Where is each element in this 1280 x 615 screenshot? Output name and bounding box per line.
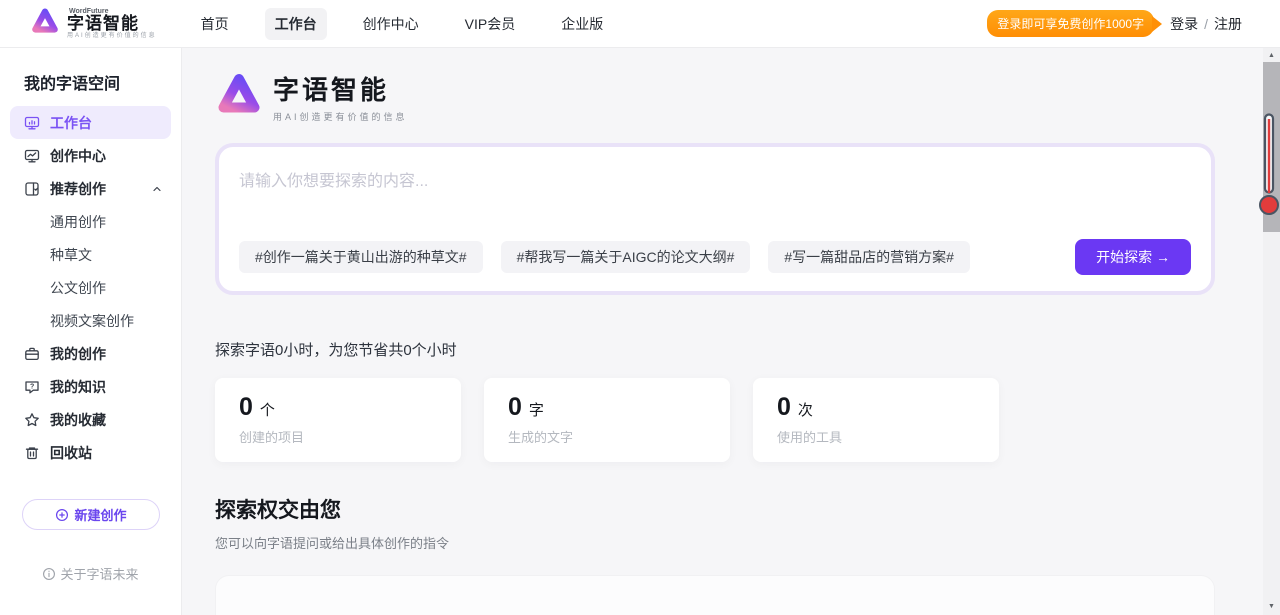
question-bubble-icon: ? xyxy=(24,379,40,395)
search-panel: #创作一篇关于黄山出游的种草文# #帮我写一篇关于AIGC的论文大纲# #写一篇… xyxy=(215,143,1215,295)
thermometer-scroll-widget[interactable] xyxy=(1259,113,1279,217)
new-creation-label: 新建创作 xyxy=(74,505,126,524)
main-brand-name: 字语智能 xyxy=(273,70,408,107)
header-logo[interactable]: WordFuture 字语智能 用AI创造更有价值的信息 xyxy=(30,6,157,41)
sidebar-item-recycle-bin[interactable]: 回收站 xyxy=(10,436,171,469)
top-header: WordFuture 字语智能 用AI创造更有价值的信息 首页 工作台 创作中心… xyxy=(0,0,1280,48)
about-link[interactable]: 关于字语未来 xyxy=(0,564,181,583)
star-icon xyxy=(24,412,40,428)
auth-links: 登录 / 注册 xyxy=(1170,14,1242,34)
sidebar-item-label: 工作台 xyxy=(50,113,92,133)
checklist-icon xyxy=(24,181,40,197)
main-brand-tagline: 用AI创造更有价值的信息 xyxy=(273,110,408,123)
stat-value: 0 xyxy=(239,393,253,422)
main-nav: 首页 工作台 创作中心 VIP会员 企业版 xyxy=(191,8,614,40)
brand-name: 字语智能 xyxy=(67,15,157,33)
main-logo: 字语智能 用AI创造更有价值的信息 xyxy=(215,63,1263,129)
sidebar-subitem-general-creation[interactable]: 通用创作 xyxy=(10,205,171,238)
login-promo-badge[interactable]: 登录即可享免费创作1000字 xyxy=(987,10,1154,37)
sidebar-item-workbench[interactable]: 工作台 xyxy=(10,106,171,139)
stat-value: 0 xyxy=(777,393,791,422)
auth-separator: / xyxy=(1204,16,1208,32)
suggestion-row: #创作一篇关于黄山出游的种草文# #帮我写一篇关于AIGC的论文大纲# #写一篇… xyxy=(239,239,1191,275)
info-circle-icon xyxy=(42,567,56,581)
brand-triangle-icon xyxy=(30,6,60,41)
stat-unit: 次 xyxy=(798,399,813,420)
search-input[interactable] xyxy=(239,167,1191,215)
sidebar-subitem-label: 种草文 xyxy=(50,245,92,265)
monitor-icon xyxy=(24,115,40,131)
stats-summary: 探索字语0小时，为您节省共0个小时 xyxy=(215,339,1263,360)
register-link[interactable]: 注册 xyxy=(1214,14,1242,34)
stat-unit: 字 xyxy=(529,399,544,420)
start-explore-button[interactable]: 开始探索 → xyxy=(1075,239,1191,275)
sidebar-subitem-label: 通用创作 xyxy=(50,212,106,232)
stat-label: 创建的项目 xyxy=(239,427,437,446)
sidebar-subitem-official-doc[interactable]: 公文创作 xyxy=(10,271,171,304)
sidebar-item-my-favorites[interactable]: 我的收藏 xyxy=(10,403,171,436)
plus-circle-icon xyxy=(55,508,69,522)
suggestion-chip-huangshan[interactable]: #创作一篇关于黄山出游的种草文# xyxy=(239,241,483,273)
brand-triangle-icon-large xyxy=(215,70,263,123)
nav-item-creation-center[interactable]: 创作中心 xyxy=(353,8,429,40)
sidebar-item-label: 我的知识 xyxy=(50,377,106,397)
stats-cards: 0 个 创建的项目 0 字 生成的文字 0 次 使用的工具 xyxy=(215,378,1263,462)
stat-label: 使用的工具 xyxy=(777,427,975,446)
chevron-up-icon[interactable] xyxy=(151,183,163,195)
sidebar-item-my-creations[interactable]: 我的创作 xyxy=(10,337,171,370)
stat-card-tools: 0 次 使用的工具 xyxy=(753,378,999,462)
sidebar-subitem-label: 视频文案创作 xyxy=(50,311,134,331)
briefcase-icon xyxy=(24,346,40,362)
trash-icon xyxy=(24,445,40,461)
sidebar-subitem-seeding-article[interactable]: 种草文 xyxy=(10,238,171,271)
stat-label: 生成的文字 xyxy=(508,427,706,446)
sidebar-item-recommended[interactable]: 推荐创作 xyxy=(10,172,171,205)
stat-value: 0 xyxy=(508,393,522,422)
nav-item-home[interactable]: 首页 xyxy=(191,8,239,40)
stat-card-words: 0 字 生成的文字 xyxy=(484,378,730,462)
suggestion-chip-dessert[interactable]: #写一篇甜品店的营销方案# xyxy=(768,241,970,273)
stat-card-projects: 0 个 创建的项目 xyxy=(215,378,461,462)
section-subtitle: 您可以向字语提问或给出具体创作的指令 xyxy=(215,533,1263,552)
main-content: 字语智能 用AI创造更有价值的信息 #创作一篇关于黄山出游的种草文# #帮我写一… xyxy=(183,48,1263,615)
nav-item-vip[interactable]: VIP会员 xyxy=(455,8,526,40)
sidebar-item-label: 创作中心 xyxy=(50,146,106,166)
example-prompt-card: “ 字语智能是什么? 嘿，帮我创作一篇北京出游攻略 xyxy=(215,575,1215,615)
suggestion-chip-aigc[interactable]: #帮我写一篇关于AIGC的论文大纲# xyxy=(501,241,751,273)
nav-item-enterprise[interactable]: 企业版 xyxy=(551,8,613,40)
sidebar-heading: 我的字语空间 xyxy=(24,70,181,94)
sidebar-item-label: 我的创作 xyxy=(50,344,106,364)
brand-tagline: 用AI创造更有价值的信息 xyxy=(67,33,157,39)
stat-unit: 个 xyxy=(260,399,275,420)
svg-text:?: ? xyxy=(30,383,34,390)
sidebar: 我的字语空间 工作台 创作中心 推荐创作 通用创作 种草文 公文创作 视频文案创… xyxy=(0,48,182,615)
header-right: 登录即可享免费创作1000字 登录 / 注册 xyxy=(987,10,1242,37)
sidebar-item-label: 回收站 xyxy=(50,443,92,463)
sidebar-item-creation-center[interactable]: 创作中心 xyxy=(10,139,171,172)
scroll-down-arrow[interactable]: ▼ xyxy=(1263,599,1280,613)
about-label: 关于字语未来 xyxy=(60,564,138,583)
nav-item-workbench[interactable]: 工作台 xyxy=(265,8,327,40)
sidebar-item-label: 我的收藏 xyxy=(50,410,106,430)
sidebar-item-my-knowledge[interactable]: ? 我的知识 xyxy=(10,370,171,403)
scroll-up-arrow[interactable]: ▲ xyxy=(1263,48,1280,62)
sidebar-subitem-video-script[interactable]: 视频文案创作 xyxy=(10,304,171,337)
login-link[interactable]: 登录 xyxy=(1170,14,1198,34)
sidebar-subitem-label: 公文创作 xyxy=(50,278,106,298)
monitor-chart-icon xyxy=(24,148,40,164)
new-creation-button[interactable]: 新建创作 xyxy=(22,499,160,530)
sidebar-item-label: 推荐创作 xyxy=(50,179,106,199)
section-title: 探索权交由您 xyxy=(215,494,1263,524)
